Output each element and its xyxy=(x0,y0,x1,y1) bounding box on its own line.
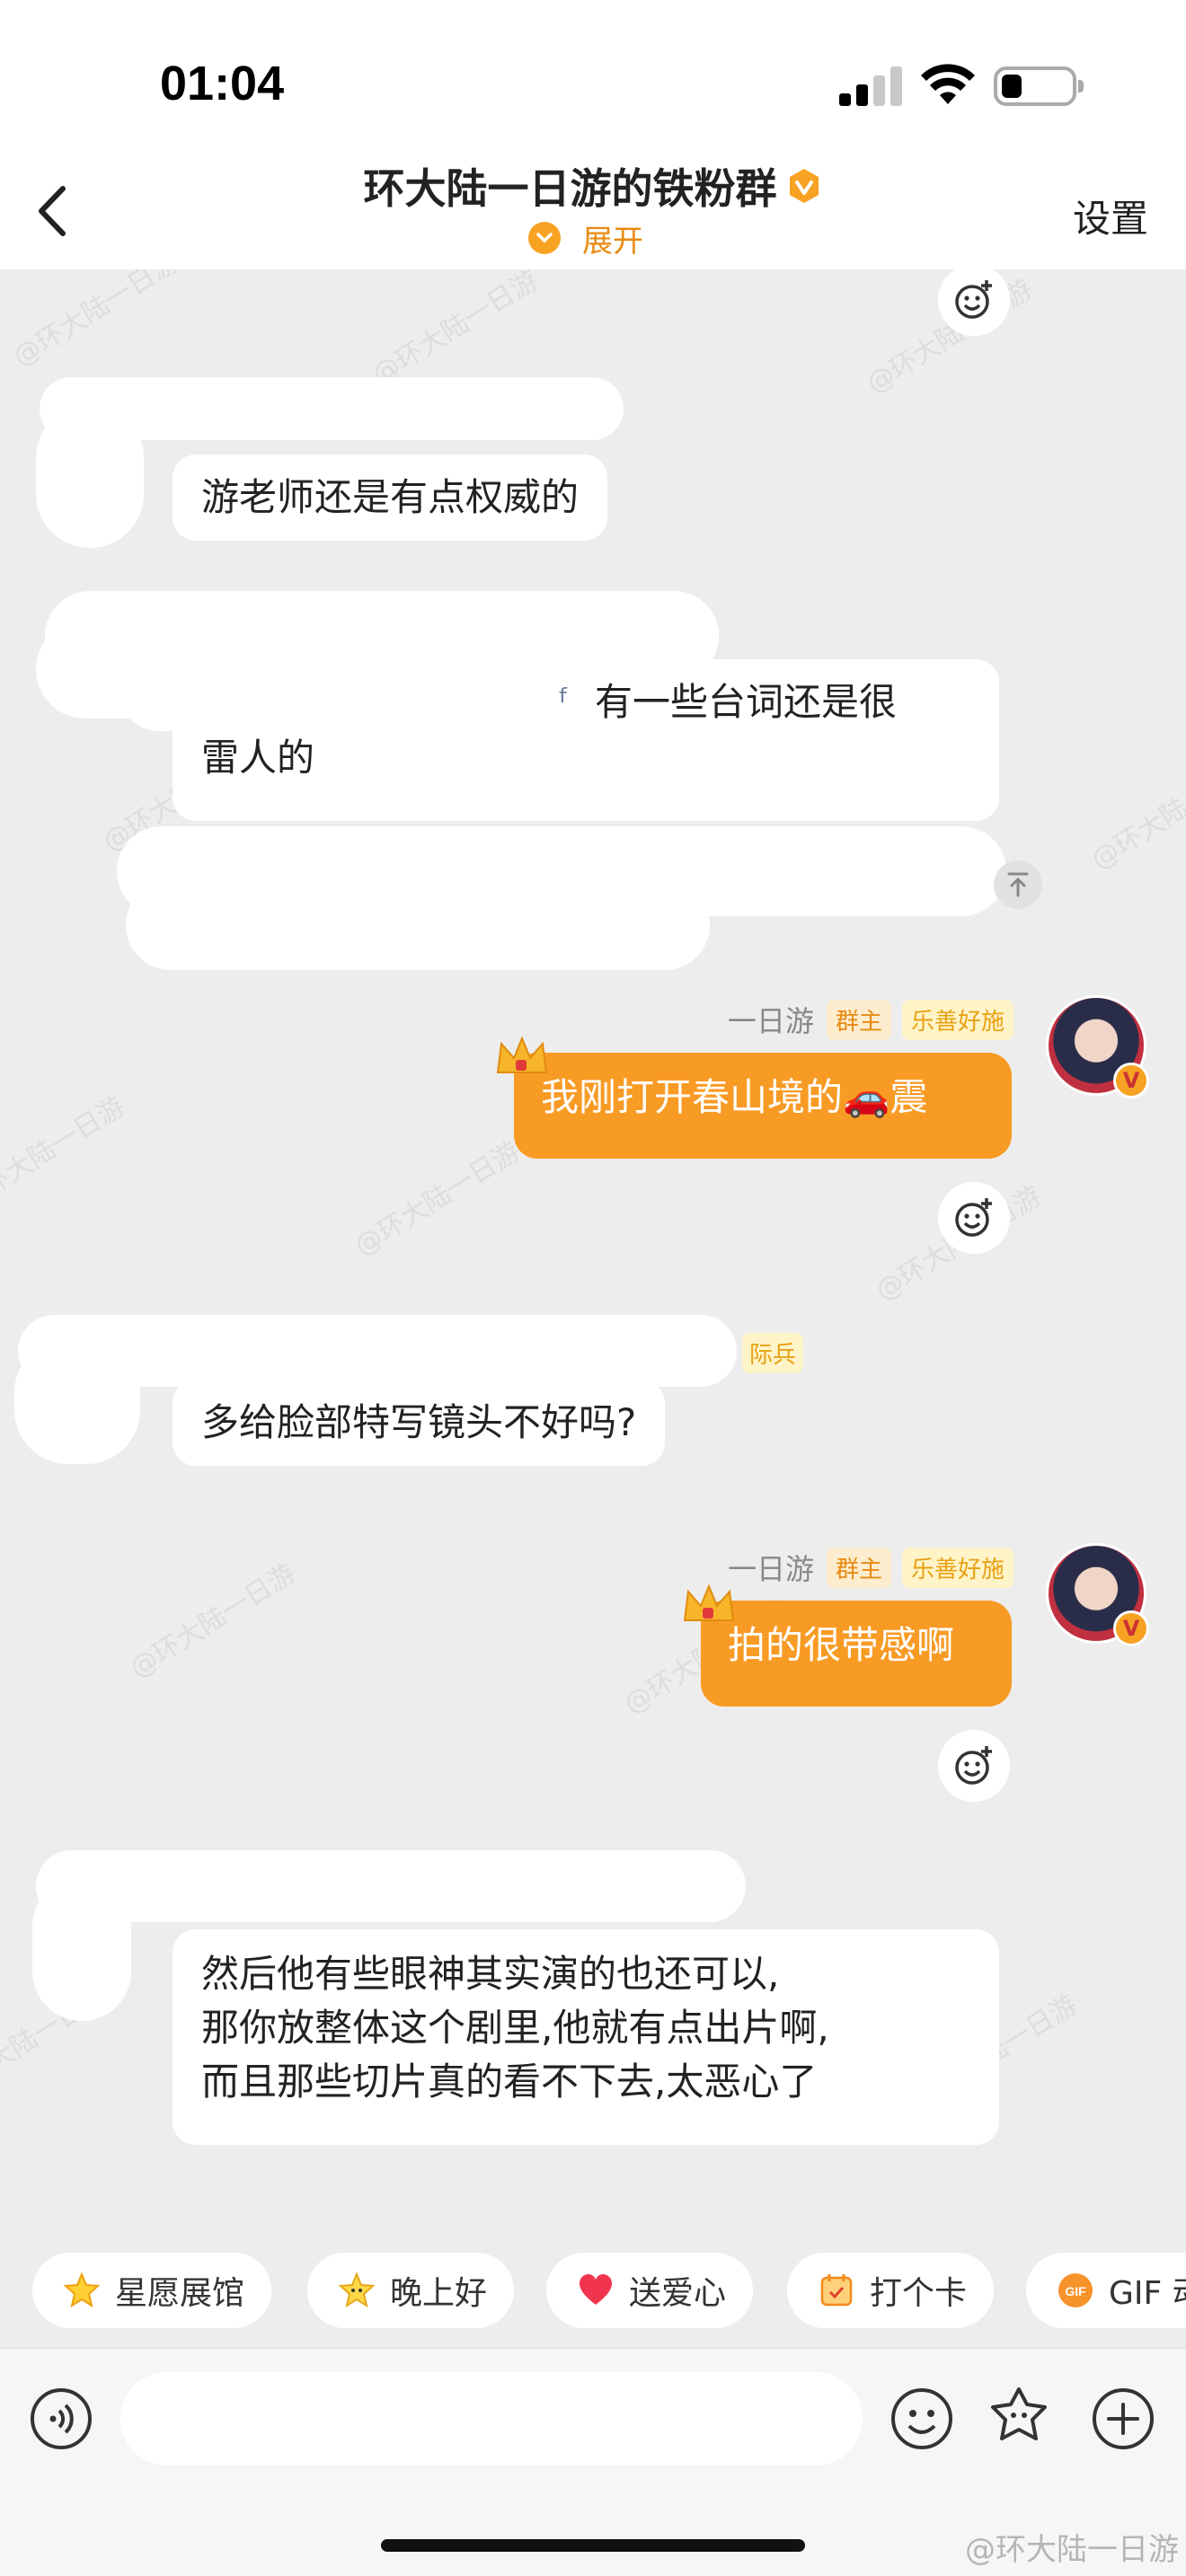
smile-plus-icon xyxy=(955,1198,992,1237)
message-input[interactable] xyxy=(120,2372,863,2466)
owner-tag: 群主 xyxy=(827,1547,892,1588)
message-line: 那你放整体这个剧里,他就有点出片啊, xyxy=(201,2006,829,2050)
chat-header: 环大陆一日游的铁粉群 展开 设置 xyxy=(0,144,1186,269)
message-bubble[interactable]: 然后他有些眼神其实演的也还可以, 那你放整体这个剧里,他就有点出片啊, 而且那些… xyxy=(173,1929,999,2145)
message-text: 雷人的 xyxy=(201,736,315,780)
message-line: 而且那些切片真的看不下去,太恶心了 xyxy=(201,2060,818,2104)
battery-icon xyxy=(994,66,1084,106)
crown-icon xyxy=(683,1584,735,1621)
avatar[interactable]: V xyxy=(1046,995,1149,1098)
sender-meta: 一日游 群主 乐善好施 xyxy=(728,999,1024,1040)
message-line: 然后他有些眼神其实演的也还可以, xyxy=(201,1952,780,1996)
chip-label: GIF 动 xyxy=(1109,2275,1186,2312)
verified-v-icon: V xyxy=(1113,1063,1149,1098)
sender-name: 一日游 xyxy=(728,1004,815,1038)
quick-reply-chip[interactable]: 晚上好 xyxy=(307,2253,515,2328)
message-bubble[interactable]: 多给脸部特写镜头不好吗? xyxy=(173,1380,666,1466)
checkin-icon xyxy=(818,2272,855,2309)
emoji-icon[interactable] xyxy=(890,2386,954,2451)
chip-label: 晚上好 xyxy=(390,2275,488,2312)
watermark: @环大陆一日游 xyxy=(367,269,544,392)
input-bar: @环大陆一日游 xyxy=(0,2348,1186,2576)
chip-label: 送爱心 xyxy=(629,2275,727,2312)
owner-tag: 群主 xyxy=(827,999,892,1040)
heart-icon xyxy=(577,2272,615,2309)
smile-plus-icon xyxy=(955,1746,992,1785)
arrow-up-icon xyxy=(1007,872,1029,897)
watermark: @环大陆一日游 xyxy=(124,1557,302,1685)
redacted-avatar xyxy=(14,1338,140,1464)
voice-icon[interactable] xyxy=(29,2386,93,2451)
settings-button[interactable]: 设置 xyxy=(1073,189,1148,243)
svg-text:GIF: GIF xyxy=(1065,2284,1086,2298)
car-emoji: 🚗 xyxy=(843,1075,890,1119)
star-icon xyxy=(63,2272,101,2309)
redacted-avatar xyxy=(36,404,144,548)
redacted-message xyxy=(126,880,710,970)
crown-icon xyxy=(496,1036,548,1073)
sender-meta: 一日游 群主 乐善好施 xyxy=(728,1547,1024,1588)
title-tag: 际兵 xyxy=(742,1333,804,1373)
chat-area[interactable]: @环大陆一日游 @环大陆一日游 @环大陆一日游 @环大陆一日游 @环大陆一日游 … xyxy=(0,269,1186,2254)
sender-name: 一日游 xyxy=(728,1552,815,1586)
verified-v-icon: V xyxy=(1113,1610,1149,1646)
quick-reply-chip[interactable]: 送爱心 xyxy=(546,2253,754,2328)
status-time: 01:04 xyxy=(160,57,285,110)
message-bubble[interactable]: 游老师还是有点权威的 xyxy=(173,454,608,541)
wifi-icon xyxy=(921,64,975,104)
group-title: 环大陆一日游的铁粉群 xyxy=(363,164,777,213)
cut-off-text: ᶠ xyxy=(559,682,570,723)
watermark: @环大陆一日游 xyxy=(7,269,185,374)
watermark: @环大陆一日游 xyxy=(1085,749,1186,877)
watermark: @环大陆一日游 xyxy=(0,1090,131,1218)
signal-icon xyxy=(839,66,902,106)
expand-button[interactable]: 展开 xyxy=(528,217,643,260)
watermark: @环大陆一日游 xyxy=(349,1135,527,1263)
chevron-down-icon xyxy=(528,222,561,254)
quick-reply-chip[interactable]: GIF GIF 动 xyxy=(1026,2253,1186,2328)
redacted-avatar xyxy=(32,1877,131,2021)
footer-watermark: @环大陆一日游 xyxy=(965,2532,1179,2568)
chip-label: 星愿展馆 xyxy=(115,2275,245,2312)
message-text: 有一些台词还是很 xyxy=(595,680,898,724)
add-reaction-button[interactable] xyxy=(938,269,1010,336)
message-bubble[interactable]: 我刚打开春山境的🚗震 xyxy=(514,1053,1012,1159)
sticker-icon[interactable] xyxy=(987,2385,1051,2449)
title-tag: 乐善好施 xyxy=(902,999,1014,1040)
message-text-after: 震 xyxy=(890,1075,928,1119)
quick-reply-bar: 星愿展馆 晚上好 送爱心 打个卡 GIF GIF 动 xyxy=(0,2245,1186,2344)
message-bubble[interactable]: ᶠ 有一些台词还是很 雷人的 xyxy=(119,650,999,821)
avatar[interactable]: V xyxy=(1046,1543,1149,1646)
title-tag: 乐善好施 xyxy=(902,1547,1014,1588)
scroll-top-button[interactable] xyxy=(994,860,1042,909)
quick-reply-chip[interactable]: 打个卡 xyxy=(787,2253,995,2328)
chip-label: 打个卡 xyxy=(870,2275,968,2312)
verified-badge-icon xyxy=(789,169,819,203)
message-bubble[interactable]: 拍的很带感啊 xyxy=(701,1601,1012,1707)
redacted-sender xyxy=(36,1850,746,1922)
add-reaction-button[interactable] xyxy=(938,1730,1010,1802)
home-indicator[interactable] xyxy=(381,2539,805,2552)
status-bar: 01:04 xyxy=(0,0,1186,144)
star-face-icon xyxy=(338,2272,376,2309)
add-reaction-button[interactable] xyxy=(938,1182,1010,1254)
smile-plus-icon xyxy=(955,280,992,319)
quick-reply-chip[interactable]: 星愿展馆 xyxy=(32,2253,272,2328)
gif-icon: GIF xyxy=(1057,2272,1094,2309)
message-text: 我刚打开春山境的 xyxy=(541,1075,844,1119)
redacted-text xyxy=(119,650,631,731)
plus-icon[interactable] xyxy=(1091,2386,1155,2451)
expand-label: 展开 xyxy=(582,223,643,260)
